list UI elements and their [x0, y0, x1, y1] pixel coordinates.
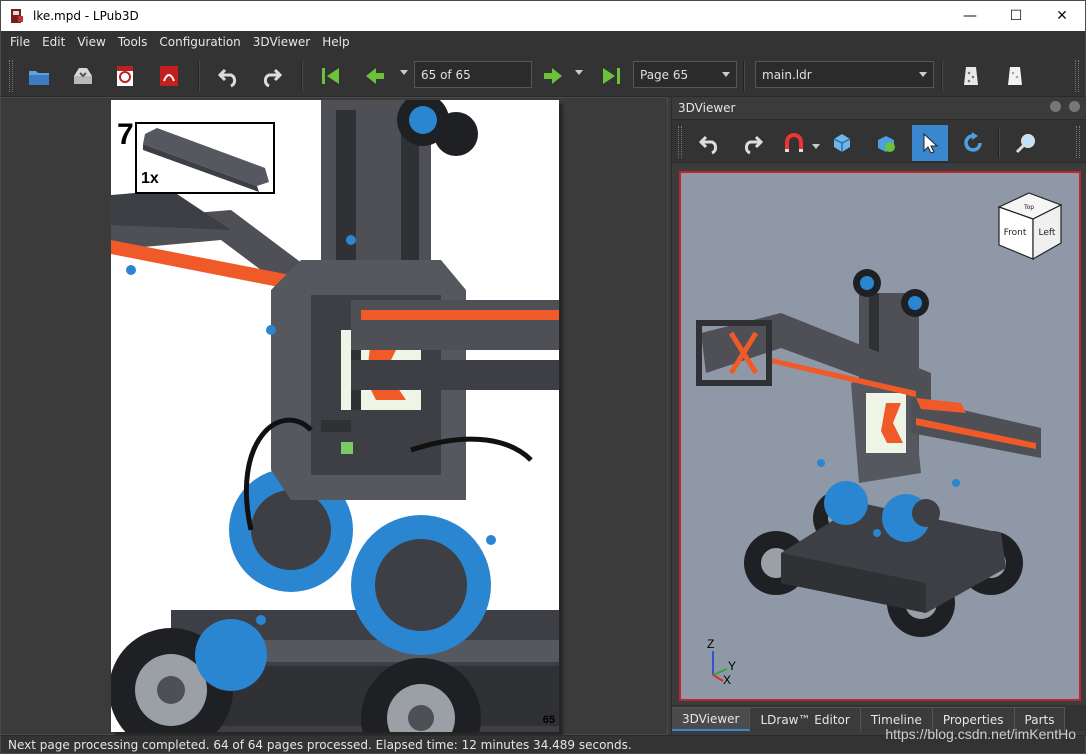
menu-tools[interactable]: Tools	[112, 35, 154, 49]
last-page-icon[interactable]	[595, 60, 627, 92]
toolbar-separator	[998, 128, 1000, 158]
tab-ldraw-editor[interactable]: LDraw™ Editor	[750, 707, 861, 731]
tab-3dviewer[interactable]: 3DViewer	[672, 707, 751, 731]
menu-configuration[interactable]: Configuration	[153, 35, 246, 49]
axis-z-label: Z	[707, 637, 714, 651]
window-controls: — ☐ ✕	[947, 1, 1085, 31]
watermark-text: https://blog.csdn.net/imKentHo	[885, 726, 1076, 742]
menu-view[interactable]: View	[71, 35, 111, 49]
lpub3d-app-icon	[11, 9, 23, 23]
menu-3dviewer[interactable]: 3DViewer	[247, 35, 316, 49]
step-number: 7	[117, 118, 134, 151]
toolbar-grip[interactable]	[1076, 126, 1080, 158]
view-cube-icon: Top Front Left	[997, 192, 1063, 261]
highlight-icon[interactable]	[999, 60, 1031, 92]
instruction-page: 7 1x 65	[111, 100, 559, 732]
cube-top-label: Top	[1023, 204, 1034, 211]
assembly-illustration	[111, 100, 559, 732]
magnet-icon[interactable]	[776, 125, 812, 161]
toolbar-grip[interactable]	[9, 60, 13, 92]
fade-icon[interactable]	[955, 60, 987, 92]
zoom-icon[interactable]	[1008, 125, 1044, 161]
window-title: lke.mpd - LPub3D	[33, 9, 139, 23]
rotate-icon[interactable]	[956, 125, 992, 161]
select-arrow-icon[interactable]	[912, 125, 948, 161]
cube-left-label: Left	[1039, 228, 1056, 238]
menu-edit[interactable]: Edit	[36, 35, 71, 49]
close-dock-icon[interactable]	[1069, 101, 1080, 112]
axis-gizmo-icon: Z Y X	[707, 637, 736, 685]
undo-icon[interactable]	[213, 60, 245, 92]
viewer-toolbar	[672, 119, 1086, 163]
status-message: Next page processing completed. 64 of 64…	[8, 737, 632, 752]
toolbar-separator	[198, 61, 200, 91]
viewer-dock-title: 3DViewer	[678, 101, 736, 115]
menu-bar: File Edit View Tools Configuration 3DVie…	[0, 31, 1086, 53]
next-page-icon[interactable]	[537, 60, 569, 92]
first-page-icon[interactable]	[315, 60, 347, 92]
page-view[interactable]: 7 1x 65	[0, 97, 668, 735]
submodel-combo[interactable]: main.ldr	[755, 61, 934, 88]
parts-icon[interactable]	[868, 125, 904, 161]
dock-controls	[1050, 101, 1080, 112]
redo-icon[interactable]	[255, 60, 287, 92]
chevron-down-icon	[919, 72, 927, 77]
acrobat-icon[interactable]	[153, 60, 185, 92]
open-icon[interactable]	[23, 60, 55, 92]
close-button[interactable]: ✕	[1039, 1, 1085, 31]
axis-x-label: X	[723, 673, 731, 685]
part-quantity: 1x	[141, 170, 159, 187]
viewer-dock: 3DViewer Top Front Left Z Y X 3DViewer L…	[671, 97, 1086, 735]
minimize-button[interactable]: —	[947, 1, 993, 31]
navigation-cube[interactable]: Top Front Left	[989, 185, 1069, 265]
chevron-down-icon	[722, 72, 730, 77]
cube-front-label: Front	[1004, 228, 1027, 238]
toolbar-separator	[301, 61, 303, 91]
toolbar-separator	[941, 61, 943, 91]
previous-page-icon[interactable]	[359, 60, 391, 92]
toolbar-grip[interactable]	[678, 126, 682, 158]
menu-file[interactable]: File	[4, 35, 36, 49]
main-toolbar: 65 of 65 Page 65 main.ldr	[0, 53, 1086, 97]
page-combo-value: Page 65	[640, 67, 689, 82]
undo-icon[interactable]	[692, 125, 728, 161]
3d-viewport[interactable]: Top Front Left Z Y X	[679, 171, 1081, 701]
redo-icon[interactable]	[734, 125, 770, 161]
page-number-label: 65	[542, 714, 555, 726]
maximize-button[interactable]: ☐	[993, 1, 1039, 31]
page-number-value: 65 of 65	[421, 67, 471, 82]
menu-help[interactable]: Help	[316, 35, 355, 49]
axis-y-label: Y	[728, 659, 736, 673]
page-combo[interactable]: Page 65	[633, 61, 737, 88]
toolbar-separator	[743, 61, 745, 91]
magnet-dropdown[interactable]	[812, 144, 820, 149]
snap-icon[interactable]	[824, 125, 860, 161]
page-number-input[interactable]: 65 of 65	[414, 61, 532, 88]
parts-list[interactable]: 1x	[135, 122, 275, 194]
submodel-combo-value: main.ldr	[762, 67, 812, 82]
toolbar-grip[interactable]	[1075, 60, 1079, 92]
previous-page-dropdown[interactable]	[400, 70, 408, 75]
float-dock-icon[interactable]	[1050, 101, 1061, 112]
save-icon[interactable]	[67, 60, 99, 92]
export-pdf-icon[interactable]	[109, 60, 141, 92]
next-page-dropdown[interactable]	[575, 70, 583, 75]
title-bar: lke.mpd - LPub3D — ☐ ✕	[0, 0, 1086, 31]
